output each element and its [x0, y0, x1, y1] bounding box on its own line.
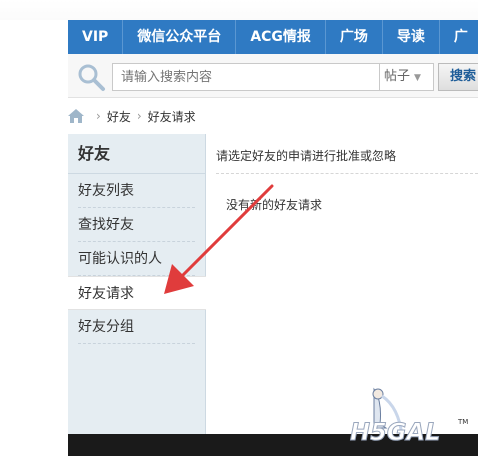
chevron-right-icon: › [136, 109, 142, 123]
svg-text:TM: TM [457, 418, 468, 426]
search-type-select[interactable]: 帖子 ▼ [380, 63, 434, 91]
sidebar-item-find-friends[interactable]: 查找好友 [78, 208, 195, 242]
breadcrumb-friends[interactable]: 好友 [107, 108, 131, 125]
sidebar: 好友 好友列表 查找好友 可能认识的人 好友请求 好友分组 [68, 134, 206, 436]
nav-item-truncated[interactable]: 广 [440, 20, 478, 54]
top-decoration [0, 0, 478, 20]
breadcrumb: › 好友 › 好友请求 [68, 106, 196, 126]
search-icon [78, 64, 105, 91]
nav-item-square[interactable]: 广场 [326, 20, 383, 54]
sidebar-title: 好友 [68, 134, 205, 174]
sidebar-item-friend-list[interactable]: 好友列表 [78, 174, 195, 208]
request-instructions: 请选定好友的申请进行批准或忽略 [216, 134, 478, 174]
search-bar: 帖子▼ 搜索 [68, 54, 478, 98]
chevron-down-icon: ▼ [414, 73, 421, 83]
nav-item-acg[interactable]: ACG情报 [236, 20, 326, 54]
svg-text:H5GAL: H5GAL [350, 418, 440, 444]
breadcrumb-friend-requests[interactable]: 好友请求 [148, 108, 196, 125]
chevron-right-icon: › [96, 109, 101, 123]
nav-item-guide[interactable]: 导读 [383, 20, 440, 54]
search-type-label: 帖子 [384, 69, 411, 84]
empty-state-message: 没有新的好友请求 [226, 198, 323, 212]
nav-item-vip[interactable]: VIP [68, 20, 124, 54]
search-button[interactable]: 搜索 [438, 63, 478, 91]
nav-item-wechat[interactable]: 微信公众平台 [123, 20, 237, 54]
sidebar-item-friend-groups[interactable]: 好友分组 [78, 310, 195, 344]
search-input[interactable] [112, 63, 380, 91]
main-nav: VIP 微信公众平台 ACG情报 广场 导读 广 [68, 20, 478, 54]
site-watermark-logo: H5GAL TM [350, 387, 468, 444]
home-icon[interactable] [68, 109, 84, 123]
sidebar-item-people-you-may-know[interactable]: 可能认识的人 [78, 242, 195, 276]
sidebar-item-friend-requests[interactable]: 好友请求 [68, 276, 206, 310]
